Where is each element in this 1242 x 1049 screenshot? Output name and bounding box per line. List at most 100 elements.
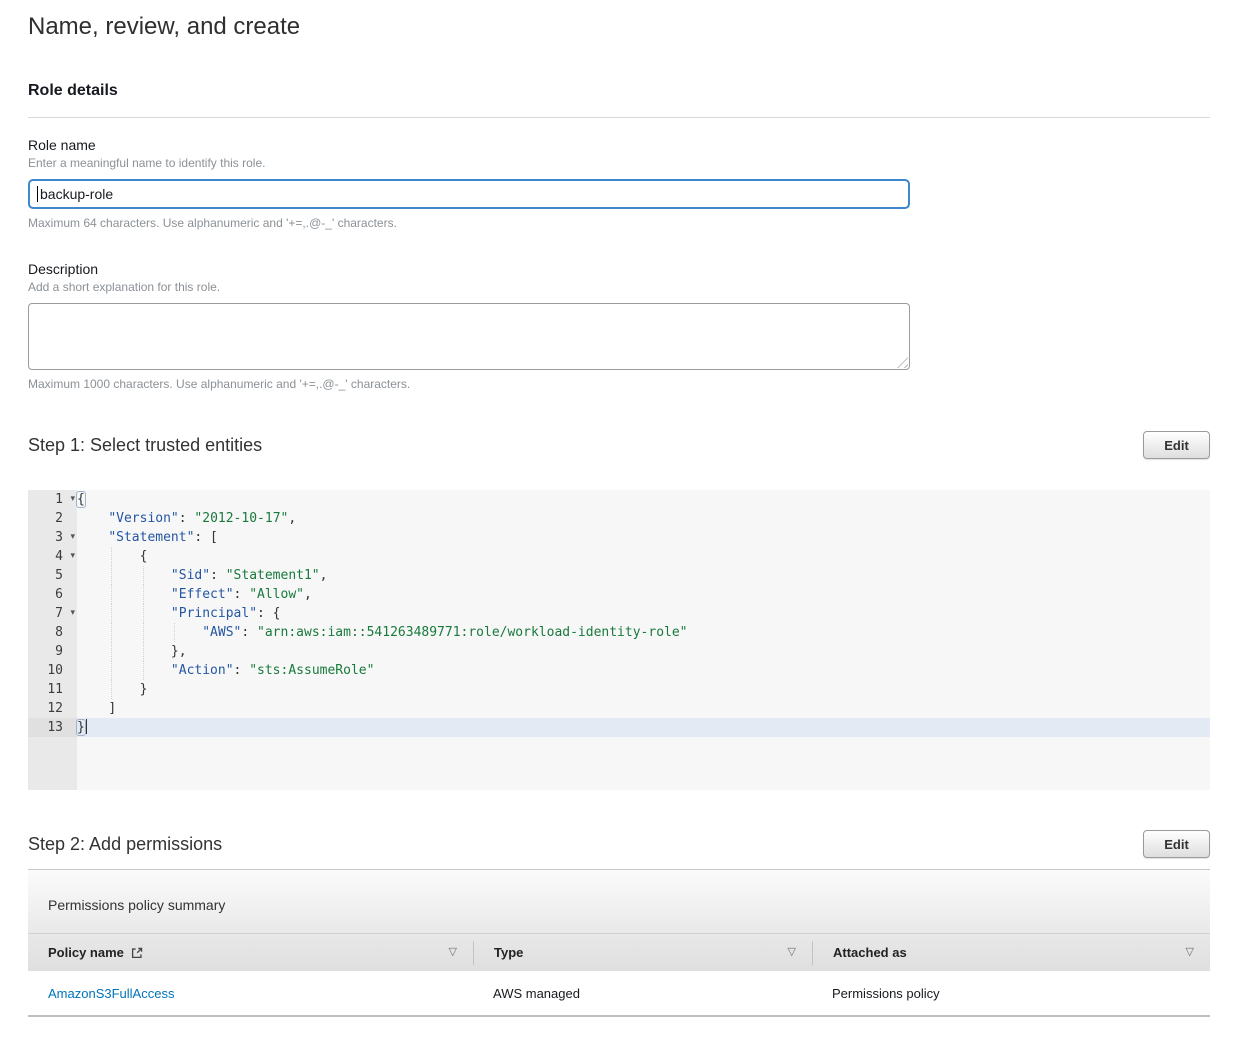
role-name-help: Enter a meaningful name to identify this…	[28, 156, 1210, 170]
editor-line-number: 1▾	[28, 490, 77, 509]
indent-guide	[143, 642, 144, 661]
permissions-table: Policy name ▽ Type ▽ Attached as ▽	[28, 933, 1210, 1017]
editor-code-line: {	[77, 547, 1210, 566]
code-token: {	[140, 549, 148, 564]
indent-guide	[111, 566, 112, 585]
policy-name-header-label: Policy name	[48, 945, 124, 960]
editor-line: 6 "Effect": "Allow",	[28, 585, 1210, 604]
editor-code-line: "Version": "2012-10-17",	[77, 509, 1210, 528]
editor-code-line: {	[77, 490, 1210, 509]
editor-code-line: "AWS": "arn:aws:iam::541263489771:role/w…	[77, 623, 1210, 642]
filter-triangle-icon[interactable]: ▽	[1186, 947, 1194, 958]
indent-guide	[143, 623, 144, 642]
code-token: },	[171, 644, 187, 659]
permissions-policy-summary-title: Permissions policy summary	[48, 897, 225, 913]
matched-bracket: }	[77, 720, 85, 735]
editor-line-number: 2	[28, 509, 77, 528]
step1-heading: Step 1: Select trusted entities	[28, 431, 262, 459]
editor-line: 7▾ "Principal": {	[28, 604, 1210, 623]
divider	[28, 117, 1210, 118]
editor-code-line: "Action": "sts:AssumeRole"	[77, 661, 1210, 680]
editor-line: 4▾ {	[28, 547, 1210, 566]
editor-line-number: 4▾	[28, 547, 77, 566]
page-title: Name, review, and create	[28, 12, 1210, 42]
step1-header-row: Step 1: Select trusted entities Edit	[28, 431, 1210, 459]
code-token: "Effect"	[171, 587, 234, 602]
code-token: : {	[257, 606, 280, 621]
indent-guide	[111, 604, 112, 623]
editor-code-line: "Principal": {	[77, 604, 1210, 623]
code-token: }	[140, 682, 148, 697]
editor-line-number: 5	[28, 566, 77, 585]
code-token: "Statement"	[108, 530, 194, 545]
indent-guide	[111, 623, 112, 642]
role-name-constraint: Maximum 64 characters. Use alphanumeric …	[28, 216, 1210, 230]
editor-code-line: }	[77, 680, 1210, 699]
code-token: "2012-10-17"	[194, 511, 288, 526]
editor-code-line: "Statement": [	[77, 528, 1210, 547]
external-link-icon	[130, 946, 144, 960]
filter-triangle-icon[interactable]: ▽	[788, 947, 796, 958]
indent-guide	[143, 585, 144, 604]
editor-lines: 1▾{2 "Version": "2012-10-17",3▾ "Stateme…	[28, 490, 1210, 737]
type-header-label: Type	[494, 945, 523, 960]
editor-code-line: "Effect": "Allow",	[77, 585, 1210, 604]
code-token: "Principal"	[171, 606, 257, 621]
column-header-policy-name[interactable]: Policy name ▽	[28, 941, 473, 965]
editor-cursor	[86, 719, 87, 734]
table-row: AmazonS3FullAccess AWS managed Permissio…	[28, 971, 1210, 1017]
editor-line: 11 }	[28, 680, 1210, 699]
indent-guide	[111, 680, 112, 699]
policy-name-link[interactable]: AmazonS3FullAccess	[48, 986, 174, 1001]
resize-handle[interactable]	[897, 357, 908, 368]
editor-line-number: 13	[28, 718, 77, 737]
description-field: Description Add a short explanation for …	[28, 261, 1210, 391]
indent-guide	[111, 547, 112, 566]
indent-guide	[174, 623, 175, 642]
step2-edit-button[interactable]: Edit	[1143, 830, 1210, 858]
editor-line: 5 "Sid": "Statement1",	[28, 566, 1210, 585]
column-header-attached-as[interactable]: Attached as ▽	[812, 941, 1210, 965]
role-name-input[interactable]	[28, 179, 910, 209]
description-textarea[interactable]	[28, 303, 910, 370]
editor-line: 2 "Version": "2012-10-17",	[28, 509, 1210, 528]
policy-type-cell: AWS managed	[473, 986, 812, 1001]
editor-line-number: 11	[28, 680, 77, 699]
code-token: :	[241, 625, 257, 640]
description-constraint: Maximum 1000 characters. Use alphanumeri…	[28, 377, 1210, 391]
indent-guide	[143, 566, 144, 585]
fold-arrow-icon[interactable]: ▾	[70, 527, 75, 546]
code-token: ,	[320, 568, 328, 583]
indent-guide	[143, 604, 144, 623]
editor-line: 10 "Action": "sts:AssumeRole"	[28, 661, 1210, 680]
fold-arrow-icon[interactable]: ▾	[70, 546, 75, 565]
code-token: ,	[288, 511, 296, 526]
code-token: "arn:aws:iam::541263489771:role/workload…	[257, 625, 687, 640]
editor-code-line: },	[77, 642, 1210, 661]
code-token: ,	[304, 587, 312, 602]
editor-line: 1▾{	[28, 490, 1210, 509]
step2-heading: Step 2: Add permissions	[28, 830, 222, 858]
editor-line: 12 ]	[28, 699, 1210, 718]
code-token: "Action"	[171, 663, 234, 678]
fold-arrow-icon[interactable]: ▾	[70, 489, 75, 508]
matched-bracket: {	[77, 492, 85, 507]
step1-edit-button[interactable]: Edit	[1143, 431, 1210, 459]
code-token: "AWS"	[202, 625, 241, 640]
fold-arrow-icon[interactable]: ▾	[70, 603, 75, 622]
role-details-heading: Role details	[28, 82, 1210, 100]
indent-guide	[111, 642, 112, 661]
editor-line-number: 10	[28, 661, 77, 680]
column-header-type[interactable]: Type ▽	[473, 941, 812, 965]
indent-guide	[143, 661, 144, 680]
editor-line-number: 7▾	[28, 604, 77, 623]
permissions-policy-summary-panel: Permissions policy summary	[28, 869, 1210, 933]
filter-triangle-icon[interactable]: ▽	[449, 947, 457, 958]
code-token: "Statement1"	[226, 568, 320, 583]
trust-policy-editor[interactable]: 1▾{2 "Version": "2012-10-17",3▾ "Stateme…	[28, 490, 1210, 790]
permissions-table-header: Policy name ▽ Type ▽ Attached as ▽	[28, 933, 1210, 971]
role-name-label: Role name	[28, 137, 1210, 153]
editor-code-line: }	[77, 718, 1210, 737]
code-token: "Sid"	[171, 568, 210, 583]
text-cursor	[37, 186, 38, 202]
